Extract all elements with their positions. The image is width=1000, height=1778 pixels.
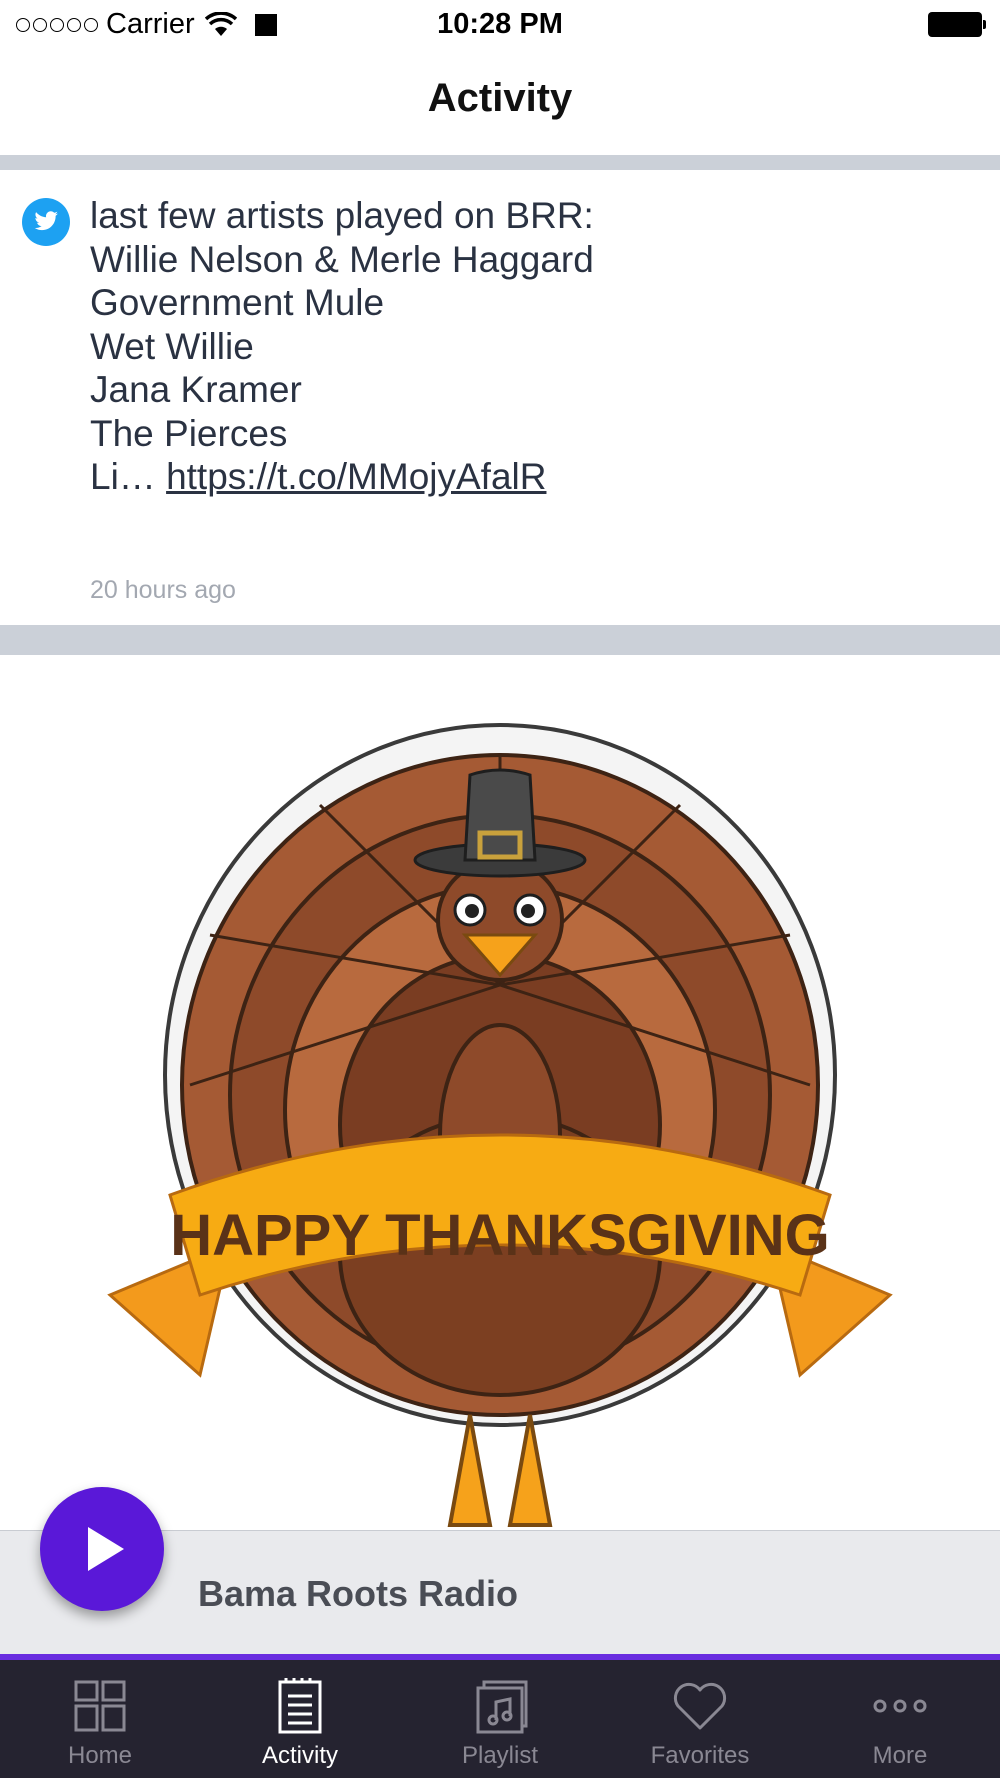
tab-label: Playlist (461, 1742, 539, 1769)
tweet-text: last few artists played on BRR: Willie N… (90, 194, 970, 499)
tab-bar: Home Activity Playlist Favorites More (0, 1660, 1000, 1778)
tweet-link[interactable]: https://t.co/MMojyAfalR (166, 456, 546, 497)
tab-activity[interactable]: Activity (200, 1660, 400, 1778)
station-name: Bama Roots Radio (198, 1573, 519, 1614)
home-grid-icon (74, 1680, 126, 1732)
banner-text: HAPPY THANKSGIVING (170, 1203, 830, 1268)
divider (0, 625, 1000, 655)
status-bar: Carrier 10:28 PM (0, 0, 1000, 50)
tweet-card[interactable]: last few artists played on BRR: Willie N… (0, 170, 1000, 625)
tweet-line: last few artists played on BRR: (90, 195, 594, 236)
tweet-line: Jana Kramer (90, 369, 302, 410)
carrier-label: Carrier (106, 8, 195, 40)
tab-more[interactable]: More (800, 1660, 1000, 1778)
tweet-line: Willie Nelson & Merle Haggard (90, 238, 594, 280)
tab-label: Activity (261, 1742, 338, 1769)
playlist-music-icon (476, 1680, 528, 1734)
tab-favorites[interactable]: Favorites (600, 1660, 800, 1778)
turkey-illustration: HAPPY THANKSGIVING (107, 723, 893, 1527)
tab-label: Home (67, 1742, 133, 1769)
play-button[interactable] (40, 1487, 164, 1611)
tweet-line: Wet Willie (90, 325, 254, 367)
page-title: Activity (427, 76, 573, 120)
tweet-line: Government Mule (90, 282, 385, 323)
tweet-last-line: Li… https://t.co/MMojyAfalR (90, 455, 970, 499)
signal-strength-icon (16, 17, 98, 32)
tab-home[interactable]: Home (0, 1660, 200, 1778)
wifi-icon (204, 11, 237, 36)
twitter-icon (22, 198, 70, 246)
battery-icon (928, 12, 986, 37)
divider (0, 155, 1000, 170)
tab-label: More (872, 1742, 928, 1769)
heart-icon (673, 1682, 727, 1730)
activity-list-icon (278, 1678, 322, 1734)
status-time: 10:28 PM (437, 8, 563, 40)
tweet-timestamp: 20 hours ago (90, 576, 236, 604)
stop-indicator-icon (254, 13, 277, 36)
tab-playlist[interactable]: Playlist (400, 1660, 600, 1778)
more-dots-icon (873, 1699, 927, 1713)
tweet-truncated-text: Li… (90, 456, 167, 497)
tab-label: Favorites (650, 1742, 750, 1769)
status-left: Carrier (16, 8, 277, 41)
play-icon (88, 1527, 124, 1571)
tweet-line: The Pierces (90, 412, 288, 454)
thanksgiving-image[interactable]: HAPPY THANKSGIVING (0, 655, 1000, 1530)
